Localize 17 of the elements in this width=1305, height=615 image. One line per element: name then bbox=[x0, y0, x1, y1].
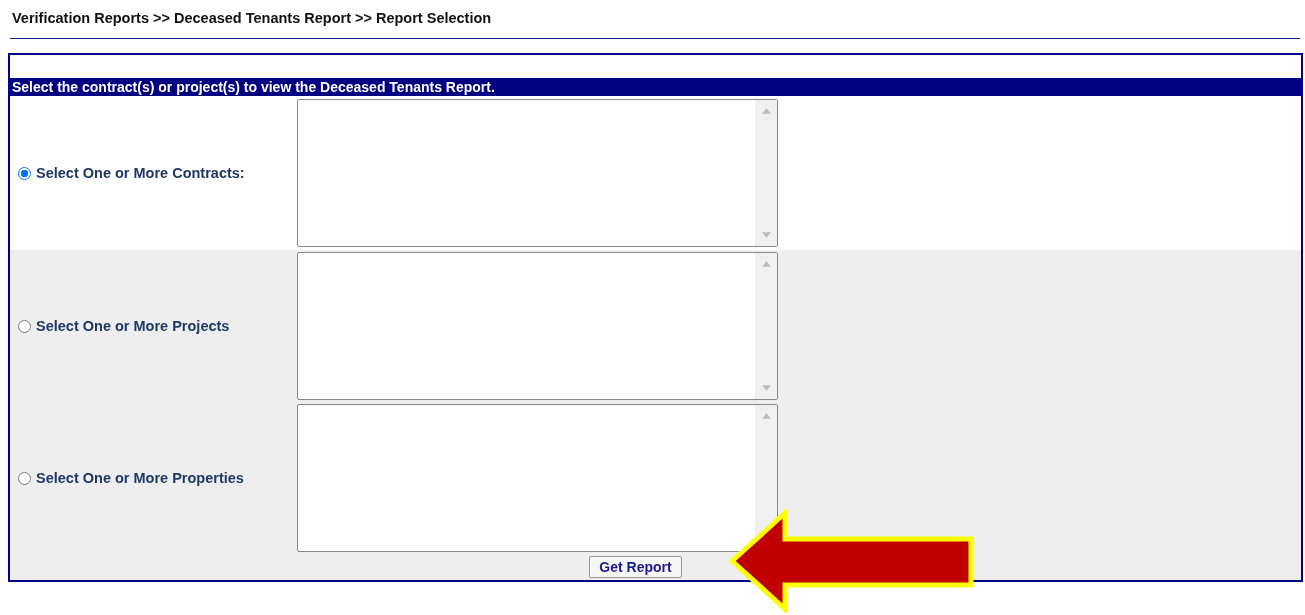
radio-button[interactable] bbox=[18, 319, 31, 333]
scroll-up-icon[interactable] bbox=[761, 413, 771, 419]
breadcrumb: Verification Reports >> Deceased Tenants Report >> Report Selection bbox=[12, 10, 492, 26]
scrollbar[interactable] bbox=[755, 253, 777, 399]
panel-header: Select the contract(s) or project(s) to view the Deceased Tenants Report. bbox=[10, 78, 1301, 96]
scroll-down-icon[interactable] bbox=[761, 385, 771, 391]
get-report-button[interactable]: Get Report bbox=[589, 556, 682, 578]
scrollbar[interactable] bbox=[755, 100, 777, 246]
radio-button[interactable] bbox=[18, 166, 31, 180]
option-label: Select One or More Properties bbox=[36, 470, 244, 486]
radio-button[interactable] bbox=[18, 471, 31, 485]
list-box[interactable] bbox=[297, 404, 778, 552]
scroll-up-icon[interactable] bbox=[761, 261, 771, 267]
scroll-down-icon[interactable] bbox=[761, 232, 771, 238]
option-label: Select One or More Contracts: bbox=[36, 165, 245, 181]
option-label: Select One or More Projects bbox=[36, 318, 230, 334]
scroll-up-icon[interactable] bbox=[761, 108, 771, 114]
